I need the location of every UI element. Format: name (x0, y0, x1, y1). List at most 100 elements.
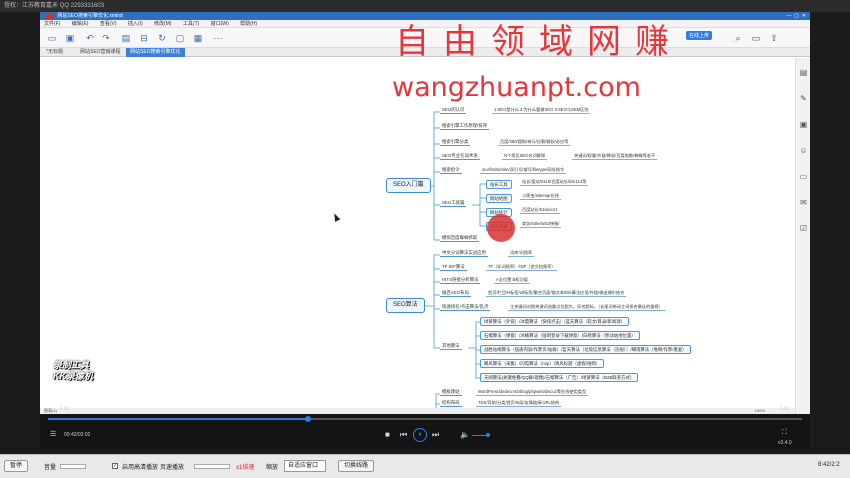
mindmap-node[interactable]: 飓风算法（采集）/闪电算法（mip）/清风标题（虚假/堆砌） (480, 359, 605, 368)
host-volume-slider[interactable] (60, 464, 86, 469)
mindmap-node[interactable]: 中文分词算法实战应用 (440, 249, 488, 257)
mindmap-node[interactable]: 天网算法(关键堆叠/QQ群/镜像)/石榴算法（广告）/绿萝算法（B2B联系方式） (480, 373, 639, 382)
menu-insert[interactable]: 插入(I) (128, 21, 143, 27)
mindmap-leaf[interactable]: TDK/导航/分类/首页布局/友情链接/URL结构 (476, 399, 562, 407)
window-controls[interactable]: — ▢ ✕ (787, 12, 806, 20)
mindmap-node[interactable]: SEO的认识 (440, 106, 467, 114)
subtopic-icon[interactable]: ⊟ (138, 32, 150, 44)
mindmap-leaf[interactable]: 站长/爱站/5118/百度站长/link114等 (520, 178, 589, 186)
presentation-icon[interactable]: ▭ (750, 32, 762, 44)
mindmap-leaf[interactable]: 小爬虫/sitemap在线 (520, 192, 561, 200)
stamp-line1: 录制工具 (53, 360, 90, 370)
menu-window[interactable]: 窗口(W) (211, 21, 229, 27)
mindmap-leaf[interactable]: WordPress/dedecms/zblog/phpweb/discuz等在线… (476, 388, 589, 396)
mindmap-node[interactable]: 快速排名/点击算法/乱点 (440, 303, 491, 311)
note-icon[interactable]: ▭ (799, 172, 808, 181)
mindmap-node[interactable]: 搜索指令 (440, 166, 462, 174)
speed-label: 页速播放 (160, 465, 185, 471)
mindmap-leaf[interactable]: A全位置 B权功值 (494, 276, 530, 284)
switch-line-button[interactable]: 切换线路 (338, 460, 375, 472)
mindmap-leaf[interactable]: 关键词/权重/外链/降权/百度指数/蜘蛛等若干 (572, 152, 658, 160)
comment-icon[interactable]: ✉ (799, 198, 808, 207)
mindmap-leaf[interactable]: 百度/360/搜狗/神马/谷歌/微软/必应等 (498, 138, 571, 146)
mindmap-node[interactable]: 搜索引擎分类 (440, 138, 471, 146)
mindmap-leaf[interactable]: 商务/54kefu/53快服/ (520, 220, 562, 228)
mindmap-node-other-algorithms[interactable]: 其他算法 (440, 342, 462, 350)
mindmap-node[interactable]: 网站地图 (486, 194, 512, 203)
mindmap-leaf[interactable]: 首页/栏目/H标签/alt标签/聚合页面/锚文本/title算法应用/外链/做出… (486, 289, 627, 297)
mindmap-leaf[interactable]: N个常见SEO名词解释 (502, 152, 548, 160)
summary-icon[interactable]: ▦ (192, 32, 204, 44)
playlist-icon[interactable]: ☰ (50, 430, 56, 440)
mindmap-leaf[interactable]: 1:SEO是什么 2:为什么要做SEO 3:SEO与SEM区别 (492, 106, 591, 114)
status-sheet: 图表(1) (44, 408, 57, 413)
mindmap-leaf[interactable]: inurl/intitle/site/双引号/域号/filetype/网址指令 (480, 166, 567, 174)
mindmap-leaf[interactable]: 百度站长/51la/cnzz (520, 206, 560, 214)
mindmap-node[interactable]: 站长工具 (486, 180, 512, 189)
boundary-icon[interactable]: ▢ (174, 32, 186, 44)
marker-icon[interactable]: ☺ (799, 146, 808, 155)
speed-slider[interactable] (194, 464, 230, 469)
play-icon[interactable]: ⏸ (413, 428, 427, 442)
xmind-logo-icon (46, 12, 54, 19)
format-brush-icon[interactable]: ✎ (799, 94, 808, 103)
mindmap-leaf[interactable]: 主关键词对照关键词流量点位超大，异名超标，（长尾词带动主词排名最佳的搜榜） (508, 303, 665, 311)
outline-icon[interactable]: ▤ (799, 68, 808, 77)
mindmap-node[interactable]: SEO专业名词术语 (440, 152, 480, 160)
mindmap-node[interactable]: 模拟百度蜘蛛抓取 (440, 234, 480, 242)
mindmap-node[interactable]: 结构布局 (440, 399, 462, 407)
mindmap-node[interactable]: HITS链接分析算法 (440, 276, 481, 284)
undo-icon[interactable]: ↶ (84, 32, 96, 44)
host-bottom-bar: 暂停 音量 ✓ 启用高清播放 页速播放 x1倍速 缩放 自适应窗口 切换线路 8… (0, 454, 850, 478)
task-icon[interactable]: ☑ (799, 224, 808, 233)
mindmap-node[interactable]: 搜索引擎工作原理/排序 (440, 122, 490, 130)
seek-knob[interactable] (304, 416, 311, 422)
recorder-stamp: 录制工具 KK录像机 (53, 360, 125, 382)
mindmap-node-seo-algorithm[interactable]: SEO算法 (386, 298, 425, 313)
seek-bar[interactable] (48, 416, 802, 422)
hd-checkbox[interactable]: ✓ (112, 463, 118, 469)
volume-label: 音量 (44, 465, 57, 471)
menu-view[interactable]: 查看(V) (100, 21, 117, 27)
mindmap-leaf[interactable]: 词库/词频率 (508, 249, 535, 257)
redo-icon[interactable]: ↷ (100, 32, 112, 44)
save-icon[interactable]: ▣ (64, 32, 76, 44)
upload-button[interactable]: 在线上传 (686, 31, 713, 40)
mindmap-node[interactable]: 模板建站 (440, 388, 462, 396)
relationship-icon[interactable]: ↻ (156, 32, 168, 44)
tab-seo-optimization[interactable]: 网站SEO搜索引擎优化 (126, 48, 185, 57)
app-title: 网站SEO搜索引擎优化.xmind (57, 13, 123, 19)
new-file-icon[interactable]: ▭ (46, 32, 58, 44)
menu-help[interactable]: 帮助(H) (240, 21, 257, 27)
scale-select[interactable]: 自适应窗口 (284, 460, 326, 472)
previous-icon[interactable]: ⏮ (400, 430, 407, 440)
topic-icon[interactable]: ▤ (120, 32, 132, 44)
fullscreen-icon[interactable]: ⛶ (782, 428, 787, 438)
menu-tools[interactable]: 工具(T) (183, 21, 199, 27)
mindmap-canvas[interactable]: SEO入门篇 SEO算法 SEO的认识 1:SEO是什么 2:为什么要做SEO … (40, 58, 795, 408)
stop-icon[interactable]: ■ (385, 430, 390, 440)
player-titlebar: 授权：江苏教育嘉禾 QQ 2293331603 (0, 0, 850, 12)
volume-icon[interactable]: 🔈 (460, 430, 470, 440)
scale-label: 缩放 (266, 465, 279, 471)
mindmap-node-seo-intro[interactable]: SEO入门篇 (386, 178, 431, 193)
menu-file[interactable]: 文件(F) (44, 21, 60, 27)
mindmap-node[interactable]: TF-IDF算法 (440, 263, 467, 271)
share-icon[interactable]: ⇪ (768, 32, 780, 44)
menu-edit[interactable]: 编辑(E) (72, 21, 89, 27)
pause-button[interactable]: 暂停 (4, 460, 29, 472)
image-icon[interactable]: ▣ (799, 120, 808, 129)
more-icon[interactable]: ⋯ (212, 32, 224, 44)
tab-seo-course[interactable]: 网站SEO营销课程 (76, 48, 125, 57)
mindmap-node[interactable]: 石榴算法（弹窗）/冰桶算法（强制登录下载弹窗）/白杨算法（移动站地位置） (480, 331, 640, 340)
mindmap-node[interactable]: 战胜站端算法（低质内容/作弊页/站群）/蓝天算法（垃圾信息算法（违规））/细雨算… (480, 345, 691, 354)
mindmap-node[interactable]: 做百SEO布局 (440, 289, 471, 297)
next-icon[interactable]: ⏭ (432, 430, 439, 440)
volume-knob[interactable] (486, 433, 490, 437)
search-icon[interactable]: ⌕ (732, 32, 744, 44)
mindmap-node[interactable]: 绿萝算法（外链）/冰雹算法（快排点击）/蓝天算法（软文/目录/新闻源） (480, 317, 629, 326)
mindmap-leaf[interactable]: TF（非词频率）/IDF（逆文档频率） (486, 263, 558, 271)
mindmap-node-seo-tools[interactable]: SEO工具篇 (440, 199, 467, 207)
tab-untitled[interactable]: *无标题 (42, 48, 67, 57)
menu-modify[interactable]: 修改(M) (154, 21, 172, 27)
